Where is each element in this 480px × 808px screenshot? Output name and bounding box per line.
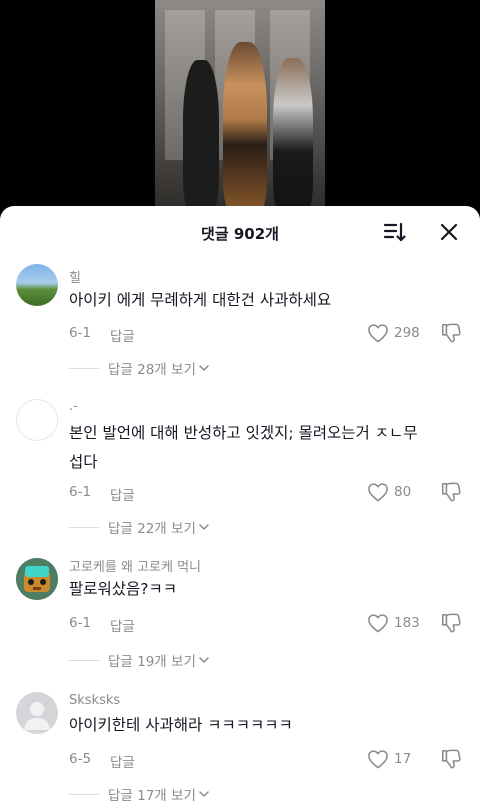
view-replies-label: 답글 17개 보기: [108, 788, 196, 804]
comment-date: 6-1: [69, 484, 92, 500]
comment-item: 고로케를 왜 고로케 먹니 팔로워샀음?ㅋㅋ 6-1 답글 183 답글 19개…: [0, 556, 480, 680]
sort-icon[interactable]: [383, 220, 407, 244]
comment-text-line: 팔로워샀음?ㅋㅋ: [69, 580, 178, 598]
heart-outline-icon[interactable]: [367, 323, 389, 343]
comment-text-line: 본인 발언에 대해 반성하고 잇겠지; 몰려오는거 ㅈㄴ무: [69, 424, 418, 442]
avatar[interactable]: [16, 399, 58, 441]
chevron-down-icon: [199, 523, 209, 530]
comment-text: 본인 발언에 대해 반성하고 잇겠지; 몰려오는거 ㅈㄴ무 섭다: [69, 419, 459, 477]
view-replies-label: 답글 28개 보기: [108, 362, 196, 378]
avatar[interactable]: [16, 264, 58, 306]
chevron-down-icon: [199, 656, 209, 663]
avatar[interactable]: [16, 692, 58, 734]
heart-outline-icon[interactable]: [367, 613, 389, 633]
comments-sheet: 댓글 902개 힐 아이키 에게 무례하게 대한건 사과하세요 6-1 답글 2…: [0, 206, 480, 808]
video-frame: [155, 0, 325, 214]
comment-text-line: 아이키 에게 무례하게 대한건 사과하세요: [69, 291, 332, 309]
comment-username[interactable]: .-: [69, 399, 78, 414]
thumbs-down-icon[interactable]: [440, 612, 462, 634]
like-count: 298: [394, 325, 420, 341]
like-count: 17: [394, 751, 412, 767]
comment-username[interactable]: 고로케를 왜 고로케 먹니: [69, 556, 201, 575]
reply-button[interactable]: 답글: [110, 484, 135, 504]
comment-text-line: 아이키한테 사과해라 ㅋㅋㅋㅋㅋㅋ: [69, 716, 293, 734]
divider-line: [69, 526, 99, 528]
chevron-down-icon: [199, 364, 209, 371]
thumbs-down-icon[interactable]: [440, 481, 462, 503]
divider-line: [69, 367, 99, 369]
close-icon[interactable]: [437, 220, 461, 244]
like-count: 80: [394, 484, 412, 500]
view-replies-button[interactable]: 답글 19개 보기: [69, 650, 209, 670]
sheet-title: 댓글 902개: [201, 225, 279, 243]
comment-text: 팔로워샀음?ㅋㅋ: [69, 575, 459, 604]
default-avatar-icon: [24, 702, 50, 730]
reply-button[interactable]: 답글: [110, 751, 135, 771]
comment-date: 6-5: [69, 751, 92, 767]
view-replies-button[interactable]: 답글 17개 보기: [69, 784, 209, 804]
reply-button[interactable]: 답글: [110, 325, 135, 345]
view-replies-label: 답글 19개 보기: [108, 654, 196, 670]
comment-item: Sksksks 아이키한테 사과해라 ㅋㅋㅋㅋㅋㅋ 6-5 답글 17 답글 1…: [0, 690, 480, 808]
thumbs-down-icon[interactable]: [440, 748, 462, 770]
avatar[interactable]: [16, 558, 58, 600]
comment-text: 아이키 에게 무례하게 대한건 사과하세요: [69, 286, 459, 315]
chevron-down-icon: [199, 790, 209, 797]
comment-date: 6-1: [69, 615, 92, 631]
video-player[interactable]: [0, 0, 480, 214]
comment-date: 6-1: [69, 325, 92, 341]
comment-item: .- 본인 발언에 대해 반성하고 잇겠지; 몰려오는거 ㅈㄴ무 섭다 6-1 …: [0, 396, 480, 546]
comment-text: 아이키한테 사과해라 ㅋㅋㅋㅋㅋㅋ: [69, 711, 459, 740]
view-replies-button[interactable]: 답글 28개 보기: [69, 358, 209, 378]
divider-line: [69, 793, 99, 795]
reply-button[interactable]: 답글: [110, 615, 135, 635]
comment-username[interactable]: 힐: [69, 267, 81, 286]
game-character-icon: [16, 558, 58, 600]
heart-outline-icon[interactable]: [367, 482, 389, 502]
divider-line: [69, 659, 99, 661]
heart-outline-icon[interactable]: [367, 749, 389, 769]
comment-item: 힐 아이키 에게 무례하게 대한건 사과하세요 6-1 답글 298 답글 28…: [0, 264, 480, 388]
view-replies-label: 답글 22개 보기: [108, 521, 196, 537]
comment-username[interactable]: Sksksks: [69, 693, 120, 708]
view-replies-button[interactable]: 답글 22개 보기: [69, 517, 209, 537]
sheet-header: 댓글 902개: [0, 206, 480, 258]
comment-text-line: 섭다: [69, 453, 98, 471]
like-count: 183: [394, 615, 420, 631]
thumbs-down-icon[interactable]: [440, 322, 462, 344]
